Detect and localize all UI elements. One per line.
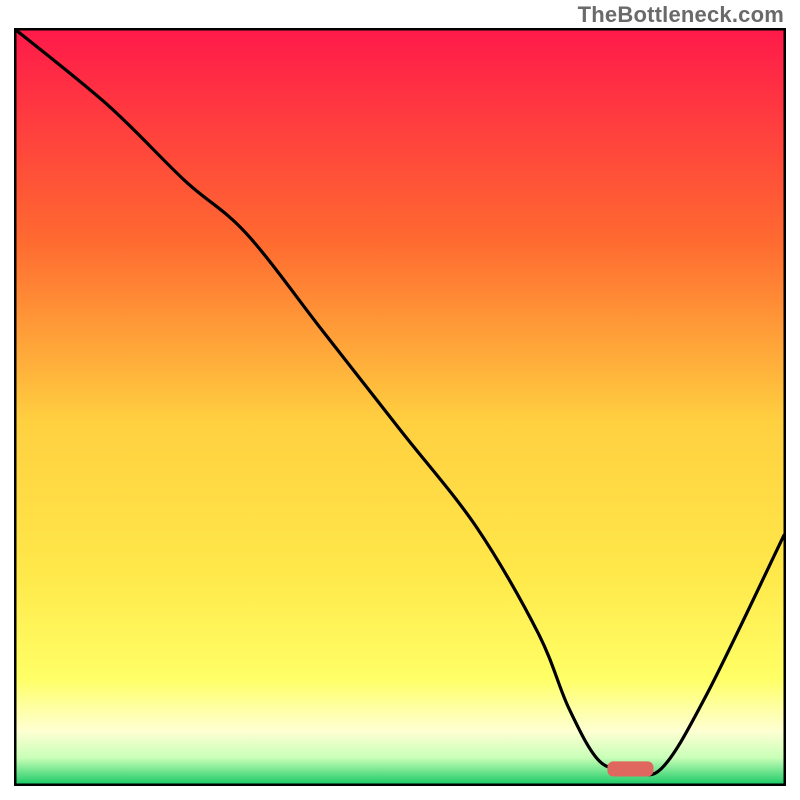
attribution-text: TheBottleneck.com <box>578 2 784 28</box>
chart-svg <box>14 28 786 786</box>
bottleneck-chart <box>14 28 786 786</box>
gradient-background <box>16 30 784 784</box>
optimal-marker <box>607 761 653 776</box>
